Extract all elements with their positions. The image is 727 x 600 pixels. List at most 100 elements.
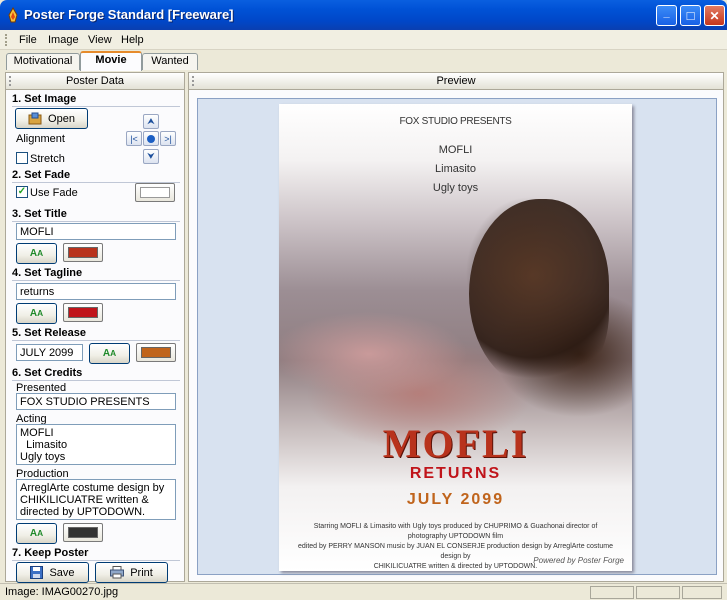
title-color-button[interactable] — [63, 243, 103, 262]
align-left-button[interactable]: |< — [126, 131, 142, 146]
preview-header: Preview — [189, 73, 723, 90]
close-icon: ✕ — [709, 8, 720, 23]
panel-grip[interactable] — [192, 76, 195, 86]
divider — [12, 560, 180, 561]
preview-area: FOX STUDIO PRESENTS MOFLI Limasito Ugly … — [197, 98, 717, 575]
stretch-label: Stretch — [30, 153, 65, 165]
close-button[interactable]: ✕ — [704, 5, 725, 26]
poster-presented: FOX STUDIO PRESENTS — [399, 116, 512, 127]
arrow-up-icon: ⮝ — [147, 116, 155, 126]
release-color-button[interactable] — [136, 343, 176, 362]
keep-poster-heading: 7. Keep Poster — [12, 547, 89, 559]
tab-strip: Motivational Movie Wanted — [0, 51, 727, 71]
minimize-icon: _ — [663, 6, 670, 19]
align-bottom-button[interactable]: ⮟ — [143, 149, 159, 164]
credits-font-button[interactable]: AA — [16, 523, 57, 544]
tagline-color-button[interactable] — [63, 303, 103, 322]
set-tagline-heading: 4. Set Tagline — [12, 267, 83, 279]
tagline-font-button[interactable]: AA — [16, 303, 57, 324]
set-credits-heading: 6. Set Credits — [12, 367, 83, 379]
save-label: Save — [49, 566, 75, 579]
poster-acting: MOFLI Limasito Ugly toys — [279, 141, 632, 198]
set-fade-heading: 2. Set Fade — [12, 169, 71, 181]
app-icon — [8, 7, 18, 23]
divider — [12, 106, 180, 107]
print-label: Print — [130, 566, 153, 579]
minimize-button[interactable]: _ — [656, 5, 677, 26]
use-fade-label: Use Fade — [30, 187, 78, 199]
menu-grip[interactable] — [5, 34, 8, 46]
poster-data-panel: Poster Data 1. Set Image Open Alignment … — [5, 72, 185, 583]
presented-input[interactable]: FOX STUDIO PRESENTS — [16, 393, 176, 410]
fade-color-swatch — [140, 187, 170, 198]
preview-title: Preview — [436, 75, 476, 87]
use-fade-checkbox[interactable]: ✓ — [16, 186, 28, 198]
fade-color-button[interactable] — [135, 183, 175, 202]
poster-title: MOFLI — [382, 421, 529, 466]
print-button[interactable]: Print — [95, 562, 168, 583]
align-right-button[interactable]: >| — [160, 131, 176, 146]
tab-movie[interactable]: Movie — [80, 51, 142, 71]
arrow-right-icon: >| — [164, 133, 172, 144]
poster-credits-line: Starring MOFLI & Limasito with Ugly toys… — [313, 523, 598, 540]
open-label: Open — [48, 112, 75, 125]
maximize-icon: □ — [686, 8, 695, 23]
preview-panel: Preview FOX STUDIO PRESENTS MOFLI Limasi… — [188, 72, 724, 582]
printer-icon — [110, 566, 125, 579]
font-icon: AA — [29, 248, 44, 259]
font-icon: AA — [29, 308, 44, 319]
status-cell — [590, 586, 634, 599]
divider — [12, 221, 180, 222]
menu-view[interactable]: View — [88, 34, 112, 46]
divider — [12, 280, 180, 281]
poster-acting-line: MOFLI — [438, 144, 473, 156]
acting-textarea[interactable]: MOFLI Limasito Ugly toys — [16, 424, 176, 465]
title-font-button[interactable]: AA — [16, 243, 57, 264]
open-image-button[interactable]: Open — [15, 108, 88, 129]
set-release-heading: 5. Set Release — [12, 327, 86, 339]
arrow-left-icon: |< — [130, 133, 138, 144]
menu-image[interactable]: Image — [48, 34, 79, 46]
status-cell — [636, 586, 680, 599]
divider — [12, 340, 180, 341]
align-center-button[interactable] — [143, 131, 159, 146]
poster-release: JULY 2099 — [406, 491, 505, 508]
panel-grip[interactable] — [9, 76, 12, 86]
maximize-button[interactable]: □ — [680, 5, 701, 26]
credits-color-swatch — [68, 527, 98, 538]
release-color-swatch — [141, 347, 171, 358]
arrow-down-icon: ⮟ — [147, 151, 155, 161]
production-textarea[interactable]: ArreglArte costume design by CHIKILICUAT… — [16, 479, 176, 520]
tagline-input[interactable]: returns — [16, 283, 176, 300]
menu-help[interactable]: Help — [121, 34, 144, 46]
title-input[interactable]: MOFLI — [16, 223, 176, 240]
floppy-disk-icon — [30, 566, 44, 579]
window-title: Poster Forge Standard [Freeware] — [24, 7, 234, 22]
poster-preview: FOX STUDIO PRESENTS MOFLI Limasito Ugly … — [279, 104, 632, 571]
status-bar: Image: IMAG00270.jpg — [0, 583, 727, 600]
font-icon: AA — [29, 528, 44, 539]
center-dot-icon — [147, 134, 155, 143]
save-button[interactable]: Save — [16, 562, 89, 583]
alignment-label: Alignment — [16, 133, 65, 145]
poster-acting-line: Ugly toys — [432, 182, 479, 194]
stretch-checkbox[interactable] — [16, 152, 28, 164]
poster-acting-line: Limasito — [435, 163, 476, 175]
tab-motivational[interactable]: Motivational — [6, 53, 80, 70]
release-input[interactable]: JULY 2099 — [16, 344, 83, 361]
poster-data-title: Poster Data — [65, 75, 125, 87]
divider — [12, 380, 180, 381]
menu-bar: File Image View Help — [0, 30, 727, 50]
title-color-swatch — [68, 247, 98, 258]
tab-wanted[interactable]: Wanted — [142, 53, 198, 70]
font-icon: AA — [102, 348, 117, 359]
status-text: Image: IMAG00270.jpg — [5, 586, 119, 598]
menu-file[interactable]: File — [19, 34, 37, 46]
set-image-heading: 1. Set Image — [12, 93, 77, 105]
poster-watermark: Powered by Poster Forge — [533, 556, 624, 565]
release-font-button[interactable]: AA — [89, 343, 130, 364]
poster-data-header: Poster Data — [6, 73, 184, 90]
align-top-button[interactable]: ⮝ — [143, 114, 159, 129]
dog-photo-subject — [469, 199, 609, 389]
credits-color-button[interactable] — [63, 523, 103, 542]
